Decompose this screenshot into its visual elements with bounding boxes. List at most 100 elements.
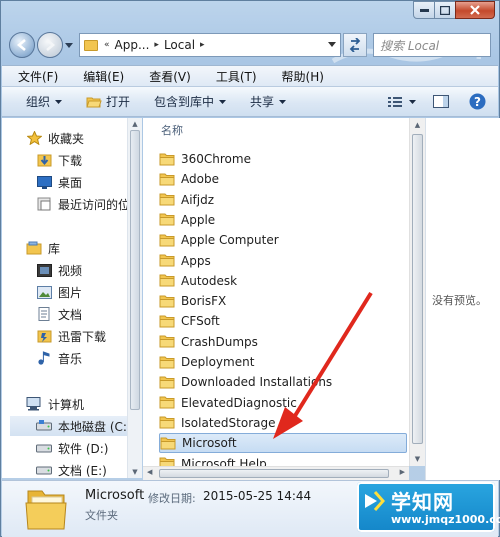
scroll-down-arrow-icon[interactable]: ▼ [410, 455, 425, 463]
breadcrumb-appdata[interactable]: App... [115, 38, 150, 52]
menu-help[interactable]: 帮助(H) [266, 68, 333, 85]
file-list-item-label: Microsoft [182, 436, 237, 451]
recent-pages-dropdown[interactable] [65, 41, 75, 50]
menu-tools[interactable]: 工具(T) [200, 68, 266, 85]
file-list-horizontal-scrollbar[interactable]: ◀ ▶ [143, 466, 409, 480]
folder-icon [159, 457, 175, 466]
scroll-right-arrow-icon[interactable]: ▶ [400, 468, 405, 476]
refresh-button[interactable] [343, 33, 367, 57]
file-list-item[interactable]: BorisFX [159, 291, 407, 311]
scroll-thumb[interactable] [130, 130, 140, 410]
file-list-item[interactable]: Microsoft [159, 433, 407, 454]
back-button[interactable] [9, 32, 35, 58]
forward-button[interactable] [37, 32, 63, 58]
file-list-vertical-scrollbar[interactable]: ▲ ▼ [409, 118, 425, 466]
file-list-item[interactable]: Adobe [159, 169, 407, 189]
folder-icon [159, 153, 175, 165]
nav-favorites[interactable]: 收藏夹 [26, 128, 141, 148]
forward-arrow-icon [46, 39, 56, 51]
scroll-thumb[interactable] [412, 134, 423, 444]
nav-computer-label: 计算机 [48, 397, 85, 412]
nav-doc-e-label: 文档 (E:) [58, 463, 107, 478]
file-list-item[interactable]: Apple Computer [159, 230, 407, 250]
file-list-item-label: Downloaded Installations [181, 375, 333, 390]
file-list-item[interactable]: Aifjdz [159, 190, 407, 210]
file-list-item-label: Deployment [181, 355, 255, 369]
file-list-item[interactable]: Downloaded Installations [159, 372, 407, 392]
menu-file[interactable]: 文件(F) [2, 68, 67, 85]
include-label: 包含到库中 [154, 95, 215, 109]
menu-bar: 文件(F) 编辑(E) 查看(V) 工具(T) 帮助(H) [2, 65, 498, 87]
address-bar[interactable]: « App... ▸ Local ▸ [79, 33, 341, 57]
folder-icon [159, 335, 175, 348]
nav-recent-label: 最近访问的位 [58, 197, 131, 212]
scroll-left-arrow-icon[interactable]: ◀ [147, 468, 152, 476]
close-button[interactable] [455, 1, 495, 19]
scroll-down-arrow-icon[interactable]: ▼ [128, 468, 142, 476]
file-list-item[interactable]: Apps [159, 251, 407, 271]
navigation-scrollbar[interactable]: ▲ ▼ [127, 118, 142, 478]
file-list-item-label: ElevatedDiagnostic [181, 395, 297, 410]
file-list-item[interactable]: Apple [159, 210, 407, 230]
modified-date-label: 修改日期: [148, 492, 196, 505]
file-list-item[interactable]: CrashDumps [159, 332, 407, 352]
music-library-icon [36, 351, 52, 365]
menu-edit[interactable]: 编辑(E) [67, 68, 133, 85]
folder-icon [159, 295, 175, 308]
nav-documents-label: 文档 [58, 307, 83, 322]
menu-view[interactable]: 查看(V) [133, 68, 200, 85]
preview-pane: 没有预览。 [425, 118, 500, 480]
file-list-item[interactable]: Microsoft Help [159, 454, 407, 466]
organize-button[interactable]: 组织 [26, 93, 63, 110]
scroll-thumb[interactable] [159, 469, 389, 478]
search-input[interactable]: 搜索 Local [373, 33, 491, 57]
logo-url: www.jmqz1000.com [391, 513, 500, 526]
share-button[interactable]: 共享 [250, 93, 287, 110]
file-list-item-label: BorisFX [181, 294, 227, 309]
nav-computer[interactable]: 计算机 [26, 394, 141, 414]
download-folder-icon [36, 153, 52, 167]
column-header-name[interactable]: 名称 [143, 118, 409, 142]
folder-icon [25, 490, 67, 530]
file-list-item[interactable]: IsolatedStorage [159, 413, 407, 433]
maximize-button[interactable] [434, 1, 456, 19]
breadcrumb-separator[interactable]: ▸ [154, 40, 159, 50]
selected-item-type: 文件夹 [85, 509, 118, 522]
desktop-icon [36, 175, 52, 189]
chevron-down-icon [65, 42, 73, 48]
address-overflow[interactable]: « [104, 40, 110, 50]
folder-icon [160, 437, 176, 450]
nav-libraries[interactable]: 库 [26, 238, 141, 258]
address-history-dropdown[interactable] [328, 40, 336, 49]
scroll-up-arrow-icon[interactable]: ▲ [128, 120, 142, 128]
file-list-item[interactable]: Deployment [159, 352, 407, 372]
breadcrumb-separator[interactable]: ▸ [200, 40, 205, 50]
file-list-item[interactable]: 360Chrome [159, 149, 407, 169]
nav-local-disk-c[interactable]: 本地磁盘 (C:) [10, 416, 127, 436]
file-list-item-label: Apple [181, 212, 216, 227]
organize-label: 组织 [26, 95, 51, 109]
change-view-button[interactable] [384, 93, 406, 111]
minimize-button[interactable] [413, 1, 435, 19]
computer-icon [26, 397, 42, 411]
folder-icon [159, 173, 175, 186]
file-list-item[interactable]: Autodesk [159, 271, 407, 291]
maximize-icon [440, 5, 450, 15]
chevron-down-icon [328, 42, 336, 47]
document-library-icon [36, 307, 52, 321]
open-button[interactable]: 打开 [86, 93, 130, 110]
view-options-dropdown[interactable] [406, 93, 418, 111]
scroll-up-arrow-icon[interactable]: ▲ [410, 121, 425, 129]
view-list-icon [388, 96, 402, 107]
folder-icon [159, 356, 175, 368]
preview-pane-toggle[interactable] [430, 93, 452, 111]
include-in-library-button[interactable]: 包含到库中 [154, 93, 227, 110]
breadcrumb-local[interactable]: Local [164, 38, 195, 52]
navigation-bar: « App... ▸ Local ▸ 搜索 Local [9, 29, 491, 61]
help-button[interactable]: ? [466, 93, 488, 111]
folder-icon [159, 274, 175, 287]
file-list-pane: 名称 360Chrome Adobe Aifjdz Apple Apple Comput… [143, 118, 409, 466]
file-list-item-label: Apps [181, 253, 211, 268]
file-list-item[interactable]: ElevatedDiagnostic [159, 393, 407, 413]
file-list-item[interactable]: CFSoft [159, 311, 407, 331]
